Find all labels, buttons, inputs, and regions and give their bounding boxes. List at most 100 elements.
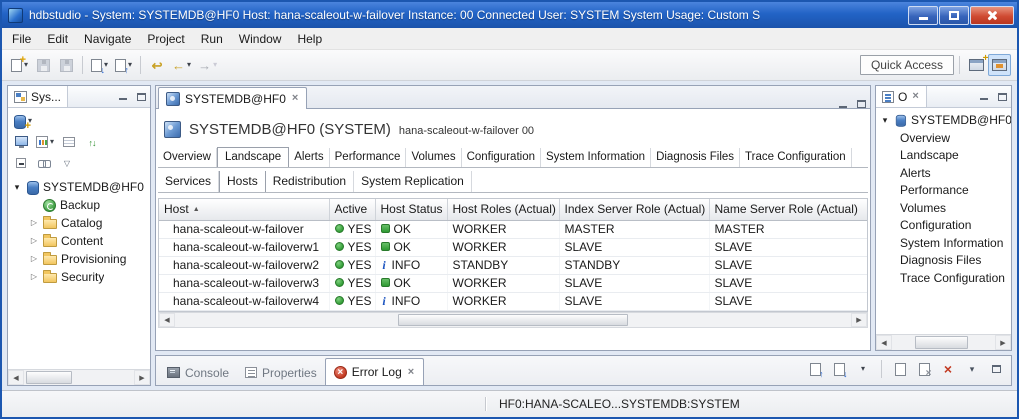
scrollbar-thumb[interactable] [26, 371, 72, 384]
tab-performance[interactable]: Performance [330, 148, 407, 167]
last-edit-location-button[interactable]: ↩ [146, 54, 168, 76]
tab-landscape[interactable]: Landscape [217, 147, 289, 168]
scrollbar-thumb[interactable] [398, 314, 628, 326]
forward-button[interactable]: →▾ [195, 54, 220, 76]
table-row[interactable]: hana-scaleout-w-failoverw1YESOKWORKERSLA… [159, 238, 868, 256]
collapsed-arrow-icon[interactable]: ▷ [29, 255, 39, 263]
tab-overview[interactable]: Overview [158, 148, 217, 167]
scrollbar-thumb[interactable] [915, 336, 969, 349]
view-menu-button[interactable]: ▽ [57, 153, 77, 173]
delete-log-button[interactable] [938, 359, 958, 379]
column-header-name-server-role-actual[interactable]: Name Server Role (Actual) [709, 199, 868, 220]
import-log-button[interactable] [829, 359, 849, 379]
minimize-panel-button[interactable]: ▾ [962, 359, 982, 379]
tab-volumes[interactable]: Volumes [406, 148, 461, 167]
menu-project[interactable]: Project [139, 29, 192, 49]
administration-button[interactable]: ▾ [34, 132, 56, 152]
subtab-system-replication[interactable]: System Replication [354, 171, 472, 192]
outline-item-system-information[interactable]: System Information [876, 234, 1011, 252]
minimize-button[interactable] [908, 6, 938, 25]
subtab-hosts[interactable]: Hosts [219, 171, 266, 193]
menu-navigate[interactable]: Navigate [76, 29, 139, 49]
scroll-left-button[interactable]: ◀ [159, 313, 175, 327]
table-row[interactable]: hana-scaleout-w-failoverw2YESiINFOSTANDB… [159, 256, 868, 274]
tab-console[interactable]: Console [159, 360, 237, 385]
scroll-right-button[interactable]: ▶ [851, 313, 867, 327]
maximize-view-button[interactable] [993, 86, 1011, 107]
open-log-button[interactable] [890, 359, 910, 379]
system-monitor-button[interactable] [11, 132, 31, 152]
menu-run[interactable]: Run [193, 29, 231, 49]
maximize-editor-button[interactable] [852, 100, 870, 108]
tab-system-information[interactable]: System Information [541, 148, 651, 167]
dropdown-icon[interactable]: ▾ [213, 61, 217, 69]
tab-diagnosis-files[interactable]: Diagnosis Files [651, 148, 740, 167]
maximize-button[interactable] [939, 6, 969, 25]
export-log-button[interactable] [805, 359, 825, 379]
tab-properties[interactable]: Properties [237, 360, 325, 385]
dropdown-icon[interactable]: ▾ [50, 138, 54, 146]
close-editor-icon[interactable]: × [291, 93, 299, 104]
save-all-button[interactable] [55, 54, 77, 76]
scroll-left-button[interactable]: ◀ [8, 370, 24, 385]
expanded-arrow-icon[interactable]: ▾ [880, 116, 890, 125]
link-with-editor-button[interactable] [34, 153, 54, 173]
collapsed-arrow-icon[interactable]: ▷ [29, 219, 39, 227]
title-bar[interactable]: hdbstudio - System: SYSTEMDB@HF0 Host: h… [2, 2, 1017, 28]
column-header-host[interactable]: Host▲ [159, 199, 329, 220]
sql-console-button[interactable] [59, 132, 79, 152]
menu-file[interactable]: File [4, 29, 39, 49]
save-button[interactable] [32, 54, 54, 76]
collapse-all-button[interactable] [11, 153, 31, 173]
close-button[interactable] [970, 6, 1014, 25]
export-button[interactable]: ▾ [112, 54, 135, 76]
outline-item-alerts[interactable]: Alerts [876, 164, 1011, 182]
scroll-right-button[interactable]: ▶ [995, 335, 1011, 350]
clear-log-button[interactable] [914, 359, 934, 379]
outline-item-overview[interactable]: Overview [876, 129, 1011, 147]
administration-console-perspective-button[interactable] [988, 54, 1011, 76]
editor-tab[interactable]: SYSTEMDB@HF0 × [158, 87, 307, 109]
tree-item-provisioning[interactable]: ▷Provisioning [8, 250, 150, 268]
quick-access-box[interactable]: Quick Access [860, 55, 954, 75]
outline-item-trace-configuration[interactable]: Trace Configuration [876, 269, 1011, 287]
outline-root[interactable]: ▾SYSTEMDB@HF0 [876, 111, 1011, 129]
column-header-index-server-role-actual[interactable]: Index Server Role (Actual) [559, 199, 709, 220]
outline-item-performance[interactable]: Performance [876, 182, 1011, 200]
close-tab-icon[interactable]: × [407, 367, 415, 378]
minimize-editor-button[interactable] [834, 102, 852, 108]
close-view-icon[interactable]: × [911, 91, 919, 102]
outline-item-configuration[interactable]: Configuration [876, 217, 1011, 235]
outline-item-diagnosis-files[interactable]: Diagnosis Files [876, 252, 1011, 270]
tree-item-security[interactable]: ▷Security [8, 268, 150, 286]
table-row[interactable]: hana-scaleout-w-failoverw3YESOKWORKERSLA… [159, 274, 868, 292]
scrollbar-track[interactable] [24, 370, 134, 385]
menu-help[interactable]: Help [289, 29, 330, 49]
tree-item-content[interactable]: ▷Content [8, 232, 150, 250]
column-header-host-roles-actual[interactable]: Host Roles (Actual) [447, 199, 559, 220]
import-button[interactable]: ▾ [88, 54, 111, 76]
subtab-redistribution[interactable]: Redistribution [266, 171, 354, 192]
scrollbar-track[interactable] [892, 335, 995, 350]
table-row[interactable]: hana-scaleout-w-failoverw4YESiINFOWORKER… [159, 292, 868, 310]
maximize-panel-button[interactable] [986, 359, 1006, 379]
collapsed-arrow-icon[interactable]: ▷ [29, 273, 39, 281]
tab-configuration[interactable]: Configuration [462, 148, 541, 167]
menu-window[interactable]: Window [231, 29, 290, 49]
expanded-arrow-icon[interactable]: ▾ [12, 183, 22, 192]
back-button[interactable]: ←▾ [169, 54, 194, 76]
sync-button[interactable] [82, 132, 102, 152]
subtab-services[interactable]: Services [158, 171, 219, 192]
tree-item-catalog[interactable]: ▷Catalog [8, 214, 150, 232]
tree-item-backup[interactable]: Backup [8, 196, 150, 214]
minimize-view-button[interactable] [975, 86, 993, 107]
menu-edit[interactable]: Edit [39, 29, 76, 49]
scroll-right-button[interactable]: ▶ [134, 370, 150, 385]
table-row[interactable]: hana-scaleout-w-failoverYESOKWORKERMASTE… [159, 220, 868, 238]
horizontal-scrollbar[interactable]: ◀ ▶ [8, 369, 150, 385]
horizontal-scrollbar[interactable]: ◀ ▶ [158, 312, 868, 328]
scrollbar-track[interactable] [175, 313, 851, 327]
open-perspective-button[interactable] [965, 54, 987, 76]
outline-item-landscape[interactable]: Landscape [876, 147, 1011, 165]
tab-alerts[interactable]: Alerts [289, 148, 329, 167]
